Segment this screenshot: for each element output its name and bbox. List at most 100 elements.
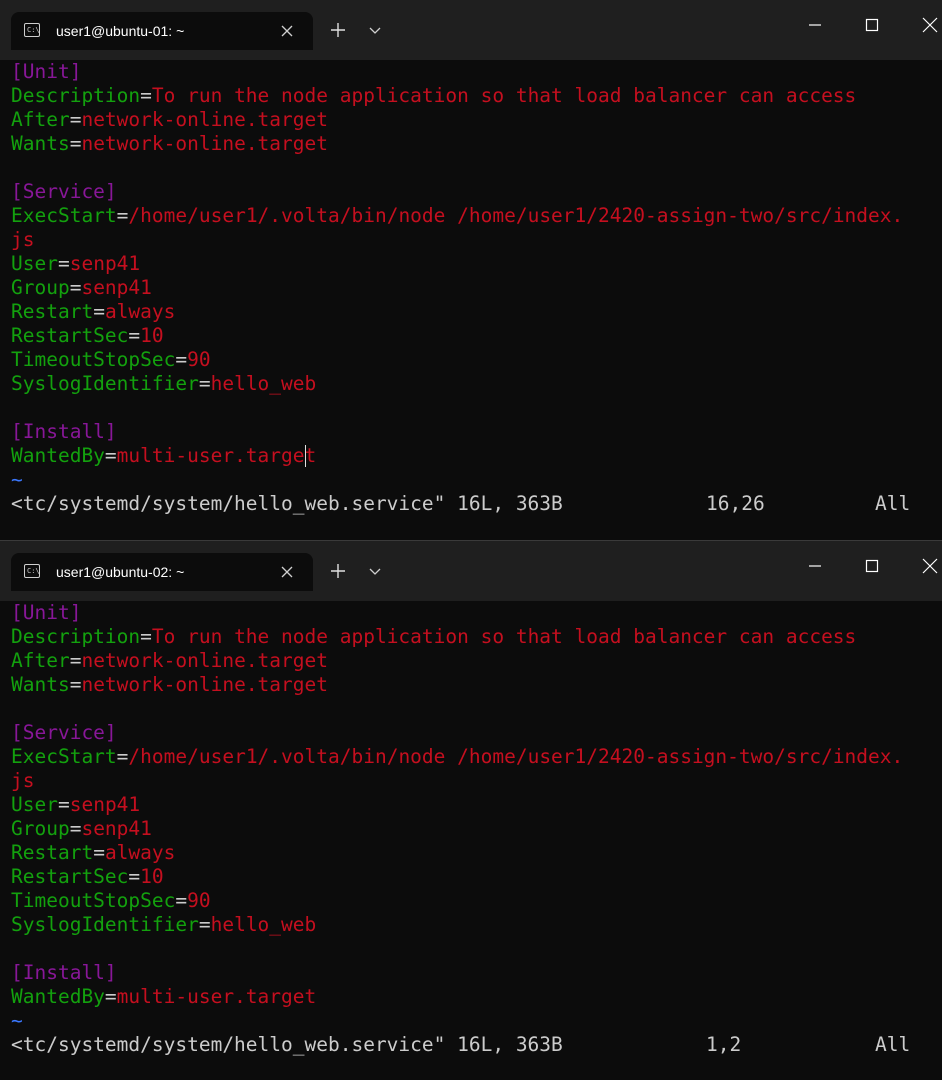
- text-cursor: [304, 445, 306, 467]
- buffer-line: [11, 697, 942, 721]
- config-value: To run the node application so that load…: [151, 625, 857, 648]
- title-bar: C:\ user1@ubuntu-02: ~: [0, 541, 942, 601]
- equals-sign: =: [104, 444, 117, 467]
- config-value: network-online.target: [81, 649, 328, 672]
- buffer-line: Group=senp41: [11, 276, 942, 300]
- section-header: [Service]: [11, 180, 117, 203]
- close-tab-icon[interactable]: [277, 21, 297, 41]
- buffer-line: WantedBy=multi-user.target: [11, 444, 942, 468]
- config-key: Group: [11, 276, 70, 299]
- equals-sign: =: [57, 252, 70, 275]
- equals-sign: =: [198, 913, 211, 936]
- buffer-line: [Unit]: [11, 60, 942, 84]
- buffer-line: After=network-online.target: [11, 649, 942, 673]
- buffer-line: User=senp41: [11, 793, 942, 817]
- status-filename: <tc/systemd/system/hello_web.service" 16…: [11, 492, 563, 515]
- terminal-content[interactable]: [Unit] Description=To run the node applic…: [11, 601, 942, 1057]
- title-bar: C:\ user1@ubuntu-01: ~: [0, 0, 942, 60]
- equals-sign: =: [128, 324, 141, 347]
- chevron-down-icon[interactable]: [367, 563, 383, 579]
- config-value: network-online.target: [81, 673, 328, 696]
- terminal-icon: C:\: [24, 23, 40, 37]
- equals-sign: =: [198, 372, 211, 395]
- new-tab-icon[interactable]: [329, 20, 347, 40]
- config-value: multi-user.target: [116, 985, 317, 1008]
- config-key: SyslogIdentifier: [11, 913, 199, 936]
- config-value: always: [104, 300, 176, 323]
- section-header: [Install]: [11, 420, 117, 443]
- terminal-content[interactable]: [Unit] Description = To run the node applic…: [11, 60, 942, 516]
- config-key: WantedBy: [11, 985, 105, 1008]
- equals-sign: =: [140, 625, 152, 648]
- maximize-icon[interactable]: [861, 555, 883, 577]
- config-key: User: [11, 252, 58, 275]
- terminal-icon: C:\: [24, 564, 40, 578]
- config-value: senp41: [69, 252, 141, 275]
- section-header: [Install]: [11, 961, 117, 984]
- buffer-line: [Unit]: [11, 601, 942, 625]
- config-key: RestartSec: [11, 865, 129, 888]
- buffer-line: Restart=always: [11, 841, 942, 865]
- buffer-line: WantedBy=multi-user.target: [11, 985, 942, 1009]
- config-key: Description: [11, 625, 141, 648]
- buffer-line: TimeoutStopSec=90: [11, 889, 942, 913]
- config-value: To run the node application so that load…: [151, 84, 857, 107]
- minimize-icon[interactable]: [804, 555, 826, 577]
- terminal-tab[interactable]: C:\ user1@ubuntu-01: ~: [11, 12, 313, 50]
- empty-line-marker: ~: [11, 468, 23, 491]
- tab-title: user1@ubuntu-02: ~: [56, 564, 185, 580]
- config-key: Wants: [11, 132, 70, 155]
- minimize-icon[interactable]: [804, 14, 826, 36]
- equals-sign: =: [116, 745, 129, 768]
- section-header: [Unit]: [11, 601, 82, 624]
- equals-sign: =: [69, 276, 82, 299]
- equals-sign: =: [93, 841, 105, 864]
- equals-sign: =: [57, 793, 70, 816]
- buffer-line: [11, 396, 942, 420]
- config-value: 10: [140, 865, 164, 888]
- vim-status-line: <tc/systemd/system/hello_web.service" 16…: [11, 1033, 942, 1057]
- equals-sign: =: [93, 300, 105, 323]
- terminal-tab[interactable]: C:\ user1@ubuntu-02: ~: [11, 553, 313, 591]
- buffer-line: js: [11, 769, 942, 793]
- buffer-line: [Service]: [11, 180, 942, 204]
- config-value: network-online.target: [81, 108, 328, 131]
- close-window-icon[interactable]: [919, 14, 941, 36]
- config-key: Description: [11, 84, 141, 107]
- buffer-line: TimeoutStopSec=90: [11, 348, 942, 372]
- status-cursor-position: 1,2: [706, 1033, 742, 1056]
- config-value: senp41: [69, 793, 141, 816]
- equals-sign: =: [69, 132, 82, 155]
- buffer-line: Wants=network-online.target: [11, 673, 942, 697]
- config-key: ExecStart: [11, 204, 117, 227]
- buffer-line: [11, 156, 942, 180]
- config-value: senp41: [81, 276, 152, 299]
- buffer-line: User=senp41: [11, 252, 942, 276]
- config-key: Restart: [11, 841, 94, 864]
- close-tab-icon[interactable]: [277, 562, 297, 582]
- config-key: TimeoutStopSec: [11, 889, 176, 912]
- config-value: 90: [187, 889, 211, 912]
- equals-sign: =: [128, 865, 141, 888]
- empty-line-marker: ~: [11, 1009, 23, 1032]
- new-tab-icon[interactable]: [329, 561, 347, 581]
- buffer-line: [Install]: [11, 420, 942, 444]
- vim-status-line: <tc/systemd/system/hello_web.service" 16…: [11, 492, 942, 516]
- equals-sign: =: [69, 817, 82, 840]
- status-scroll-percent: All: [875, 492, 911, 515]
- section-header: [Unit]: [11, 60, 82, 83]
- section-header: [Service]: [11, 721, 117, 744]
- buffer-line: After=network-online.target: [11, 108, 942, 132]
- config-value: js: [11, 769, 35, 792]
- config-key: RestartSec: [11, 324, 129, 347]
- maximize-icon[interactable]: [861, 14, 883, 36]
- close-window-icon[interactable]: [919, 555, 941, 577]
- equals-sign: =: [69, 673, 82, 696]
- config-key: Wants: [11, 673, 70, 696]
- chevron-down-icon[interactable]: [367, 22, 383, 38]
- buffer-line: Wants=network-online.target: [11, 132, 942, 156]
- config-value: hello_web: [210, 913, 317, 936]
- status-filename: <tc/systemd/system/hello_web.service" 16…: [11, 1033, 563, 1056]
- config-value: network-online.target: [81, 132, 328, 155]
- buffer-line: Restart=always: [11, 300, 942, 324]
